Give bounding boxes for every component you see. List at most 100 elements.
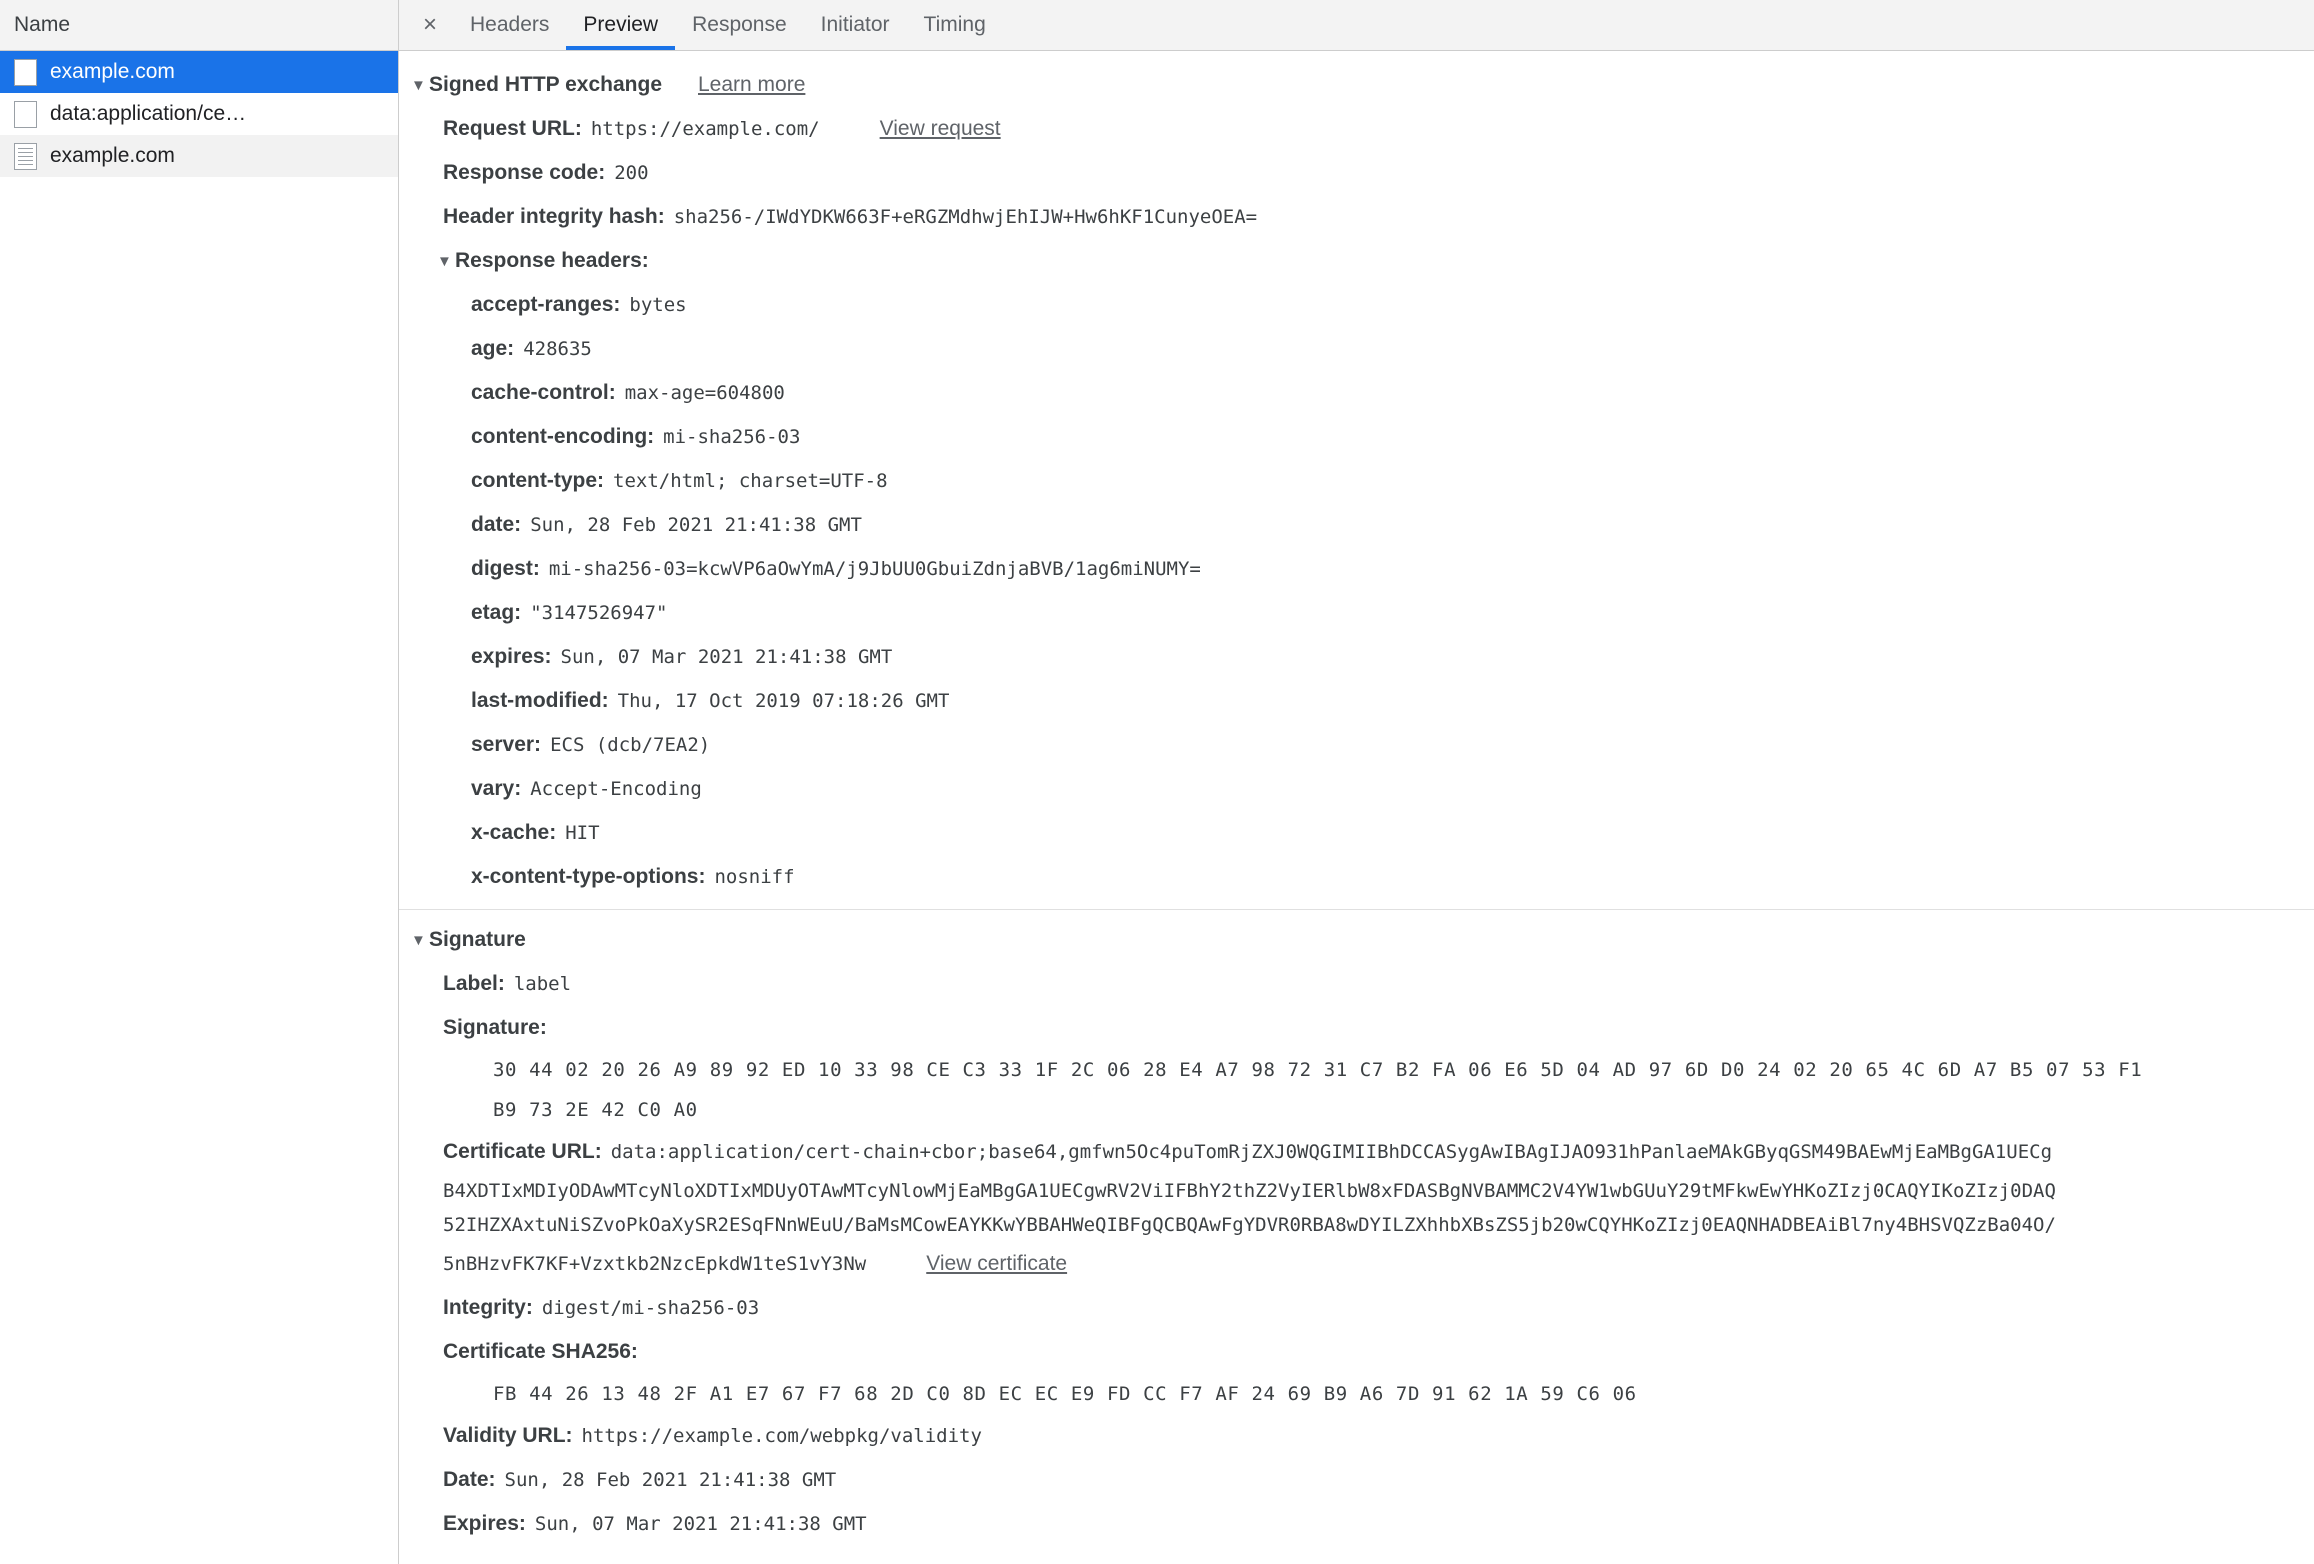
header-value: Sun, 07 Mar 2021 21:41:38 GMT [560,646,893,668]
lined-document-icon [14,142,37,170]
header-integrity-hash-value: sha256-/IWdYDKW663F+eRGZMdhwjEhIJW+Hw6hK… [673,206,1258,228]
certificate-sha256-header: Certificate SHA256: [399,1330,2314,1374]
response-headers-label: Response headers: [455,249,649,272]
signature-date-row: Date: Sun, 28 Feb 2021 21:41:38 GMT [399,1458,2314,1502]
response-code-value: 200 [614,162,649,184]
section-divider [399,909,2314,910]
header-name: last-modified: [471,689,609,712]
signature-label-key: Label: [443,972,505,995]
validity-url-value: https://example.com/webpkg/validity [581,1425,982,1447]
view-request-link[interactable]: View request [880,107,1001,151]
request-url-key: Request URL: [443,117,582,140]
request-row-example-com-1[interactable]: example.com [0,51,398,93]
certificate-url-value-line: 5nBHzvFK7KF+Vzxtkb2NzcEpkdW1teS1vY3Nw [443,1253,867,1275]
tab-preview[interactable]: Preview [566,0,675,50]
request-list-header: Name [0,0,398,51]
header-name: content-type: [471,469,604,492]
signature-expires-value: Sun, 07 Mar 2021 21:41:38 GMT [534,1513,867,1535]
response-headers-list: accept-ranges: bytes age: 428635 cache-c… [399,283,2314,899]
signature-bytes-header: Signature: [399,1006,2314,1050]
certificate-url-value-line: B4XDTIxMDIyODAwMTcyNloXDTIxMDUyOTAwMTcyN… [443,1180,2056,1202]
response-code-key: Response code: [443,161,606,184]
header-name: accept-ranges: [471,293,621,316]
signature-date-key: Date: [443,1468,496,1491]
response-header-row: etag: "3147526947" [399,591,2314,635]
response-header-row: x-content-type-options: nosniff [399,855,2314,899]
header-name: etag: [471,601,522,624]
signature-hex-line: 30 44 02 20 26 A9 89 92 ED 10 33 98 CE C… [493,1059,2143,1081]
header-name: expires: [471,645,552,668]
signature-expires-row: Expires: Sun, 07 Mar 2021 21:41:38 GMT [399,1502,2314,1546]
response-header-row: x-cache: HIT [399,811,2314,855]
signature-bytes-key: Signature: [443,1016,547,1039]
section-title-label: Signed HTTP exchange [429,73,662,96]
header-integrity-hash-row: Header integrity hash: sha256-/IWdYDKW66… [399,195,2314,239]
validity-url-key: Validity URL: [443,1424,573,1447]
response-header-row: cache-control: max-age=604800 [399,371,2314,415]
response-header-row: age: 428635 [399,327,2314,371]
certificate-sha256-key: Certificate SHA256: [443,1340,638,1363]
request-url-row: Request URL: https://example.com/ View r… [399,107,2314,151]
signature-section-header[interactable]: ▼ Signature [399,918,2314,962]
response-header-row: content-encoding: mi-sha256-03 [399,415,2314,459]
tab-response[interactable]: Response [675,0,804,50]
certificate-url-last-line-row: 5nBHzvFK7KF+Vzxtkb2NzcEpkdW1teS1vY3Nw Vi… [399,1242,2314,1286]
blank-document-icon [14,58,37,86]
integrity-key: Integrity: [443,1296,533,1319]
close-icon[interactable]: × [407,0,453,50]
header-integrity-hash-key: Header integrity hash: [443,205,665,228]
tab-headers[interactable]: Headers [453,0,566,50]
view-certificate-link[interactable]: View certificate [926,1242,1067,1286]
response-header-row: content-type: text/html; charset=UTF-8 [399,459,2314,503]
header-name: x-cache: [471,821,557,844]
certificate-url-value-line: data:application/cert-chain+cbor;base64,… [610,1141,2053,1163]
header-value: max-age=604800 [624,382,785,404]
request-row-label: example.com [50,144,175,167]
certificate-url-value-line: 52IHZXAxtuNiSZvoPkOaXySR2ESqFNnWEuU/BaMs… [443,1214,2056,1236]
header-value: "3147526947" [530,602,668,624]
triangle-down-icon[interactable]: ▼ [411,78,429,93]
tab-initiator[interactable]: Initiator [804,0,907,50]
detail-tabbar: × Headers Preview Response Initiator Tim… [399,0,2314,51]
header-value: text/html; charset=UTF-8 [613,470,888,492]
response-header-row: server: ECS (dcb/7EA2) [399,723,2314,767]
header-value: HIT [565,822,600,844]
header-value: 428635 [523,338,592,360]
header-value: Accept-Encoding [530,778,702,800]
integrity-row: Integrity: digest/mi-sha256-03 [399,1286,2314,1330]
header-value: mi-sha256-03 [663,426,801,448]
certificate-url-key: Certificate URL: [443,1140,602,1163]
tab-timing[interactable]: Timing [907,0,1003,50]
certificate-sha256-value: FB 44 26 13 48 2F A1 E7 67 F7 68 2D C0 8… [493,1383,1637,1405]
triangle-down-icon[interactable]: ▼ [411,933,429,948]
header-value: ECS (dcb/7EA2) [550,734,711,756]
header-name: digest: [471,557,540,580]
request-list-panel: Name example.com data:application/ce… ex… [0,0,399,1564]
signature-expires-key: Expires: [443,1512,526,1535]
signature-title-label: Signature [429,928,526,951]
signed-http-exchange-section-header[interactable]: ▼ Signed HTTP exchange Learn more [399,63,2314,107]
header-name: vary: [471,777,522,800]
header-value: bytes [629,294,687,316]
request-row-example-com-2[interactable]: example.com [0,135,398,177]
signature-label-row: Label: label [399,962,2314,1006]
signature-label-value: label [513,973,572,995]
response-header-row: digest: mi-sha256-03=kcwVP6aOwYmA/j9JbUU… [399,547,2314,591]
header-name: content-encoding: [471,425,655,448]
learn-more-link[interactable]: Learn more [698,73,805,97]
header-value: Sun, 28 Feb 2021 21:41:38 GMT [530,514,862,536]
signature-date-value: Sun, 28 Feb 2021 21:41:38 GMT [504,1469,837,1491]
response-header-row: date: Sun, 28 Feb 2021 21:41:38 GMT [399,503,2314,547]
signature-hex-line: B9 73 2E 42 C0 A0 [493,1099,698,1121]
blank-document-icon [14,100,37,128]
header-name: server: [471,733,542,756]
triangle-down-icon[interactable]: ▼ [437,254,455,269]
response-header-row: last-modified: Thu, 17 Oct 2019 07:18:26… [399,679,2314,723]
header-name: cache-control: [471,381,616,404]
response-headers-section-header[interactable]: ▼ Response headers: [399,239,2314,283]
header-name: x-content-type-options: [471,865,706,888]
request-url-value: https://example.com/ [590,118,820,140]
validity-url-row: Validity URL: https://example.com/webpkg… [399,1414,2314,1458]
request-row-data-cert[interactable]: data:application/ce… [0,93,398,135]
header-name: date: [471,513,522,536]
